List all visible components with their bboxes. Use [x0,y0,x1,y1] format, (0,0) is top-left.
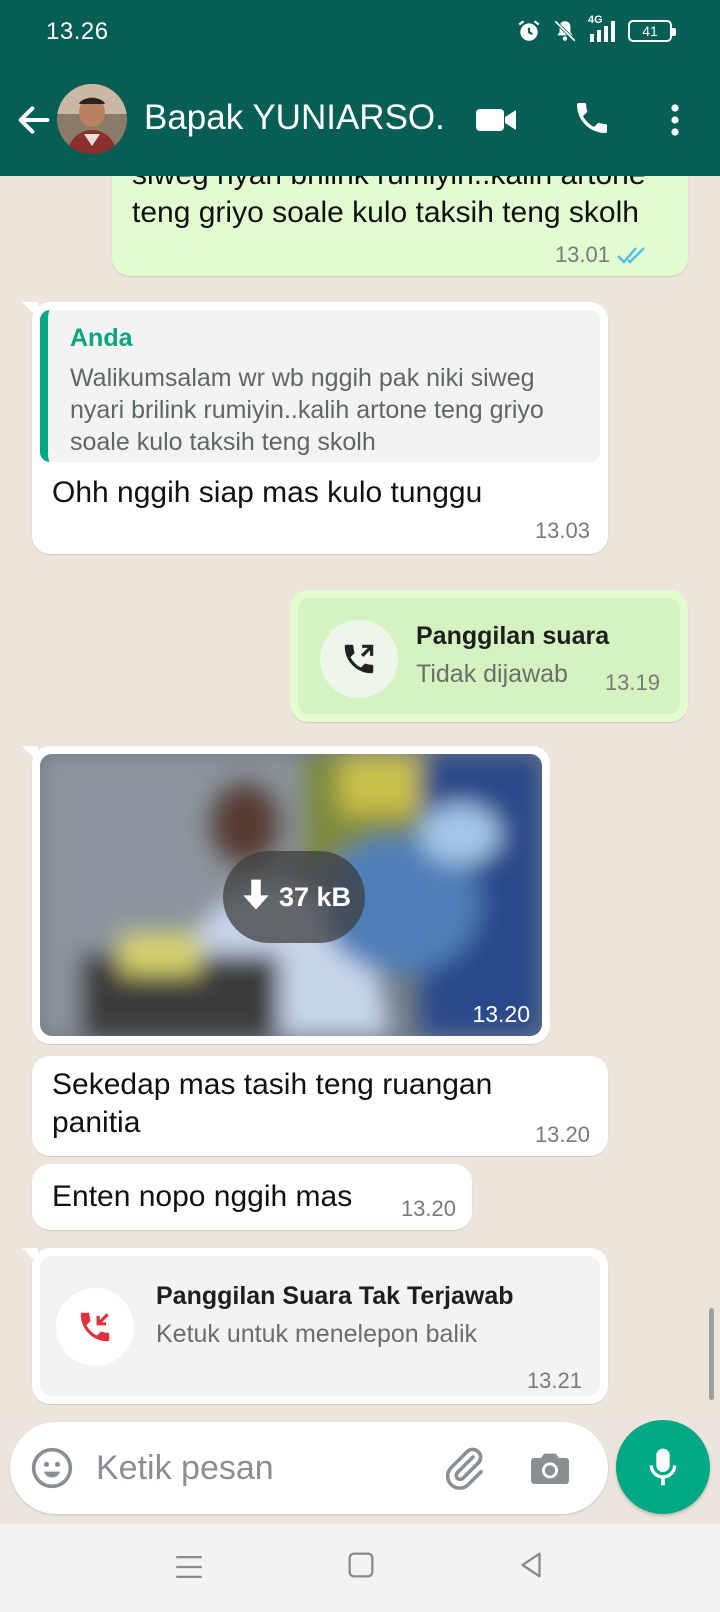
signal-icon [590,21,615,42]
status-icons: 4G 41 [516,14,676,44]
camera-icon[interactable] [526,1444,574,1492]
home-icon[interactable] [344,1548,378,1582]
mic-button[interactable] [616,1420,710,1514]
message-time: 13.03 [534,518,590,543]
battery-level: 41 [642,23,658,39]
outgoing-call-icon [320,620,398,698]
back-arrow-icon[interactable] [14,100,54,140]
call-message-outgoing[interactable]: Panggilan suara Tidak dijawab 13.19 [290,590,688,722]
emoji-icon[interactable] [30,1446,74,1490]
contact-avatar[interactable] [57,84,127,154]
message-text: siweg nyari brilink rumiyin..kalih arton… [132,176,646,229]
attach-icon[interactable] [440,1444,488,1492]
read-ticks-icon [617,247,645,264]
alarm-icon [518,20,540,41]
message-incoming[interactable]: Anda Walikumsalam wr wb nggih pak niki s… [22,302,608,554]
back-icon[interactable] [514,1548,548,1582]
message-time: 13.20 [400,1196,456,1221]
contact-name[interactable]: Bapak YUNIARSO... [144,98,444,138]
network-label: 4G [588,14,618,44]
missed-call-message[interactable]: Panggilan Suara Tak Terjawab Ketuk untuk… [22,1248,608,1404]
message-input[interactable] [96,1444,416,1492]
message-text: Enten nopo nggih mas [52,1180,353,1213]
message-time: 13.21 [526,1368,582,1393]
phone-icon[interactable] [572,98,612,138]
message-time: 13.20 [534,1122,590,1147]
status-bar: 13.26 4G 41 [0,0,720,66]
quote-author: Anda [70,324,133,352]
avatar-image [57,84,127,154]
message-outgoing[interactable]: siweg nyari brilink rumiyin..kalih arton… [112,176,688,276]
message-time: 13.19 [604,670,660,695]
download-size: 37 kB [278,881,352,912]
message-incoming[interactable]: Sekedap mas tasih teng ruangan panitia 1… [32,1056,608,1156]
missed-call-status: Ketuk untuk menelepon balik [156,1320,478,1348]
more-vert-icon[interactable] [660,100,690,140]
call-status: Tidak dijawab [416,660,568,688]
system-nav-bar [0,1524,720,1612]
message-time: 13.01 [554,242,610,267]
download-button[interactable]: 37 kB [223,851,365,943]
menu-icon[interactable] [172,1550,206,1584]
message-composer [10,1422,608,1514]
call-card[interactable]: Panggilan suara Tidak dijawab [298,598,680,714]
battery-icon: 41 [628,20,676,42]
call-title: Panggilan suara [416,622,610,650]
quote-text: Walikumsalam wr wb nggih pak niki siweg … [70,364,544,456]
download-icon [243,879,269,910]
video-call-icon[interactable] [474,100,518,140]
missed-call-icon [56,1288,134,1366]
quoted-message[interactable]: Anda Walikumsalam wr wb nggih pak niki s… [40,310,600,462]
image-message[interactable]: 37 kB 13.20 [22,746,550,1044]
status-time: 13.26 [46,18,109,45]
message-text: Sekedap mas tasih teng ruangan panitia [52,1068,493,1139]
message-text: Ohh nggih siap mas kulo tunggu [52,476,483,509]
message-incoming[interactable]: Enten nopo nggih mas 13.20 [32,1164,472,1230]
mute-icon [554,20,576,42]
chat-header: Bapak YUNIARSO... [0,66,720,176]
mic-icon [649,1448,677,1486]
scrollbar[interactable] [709,1308,714,1400]
blurred-image[interactable]: 37 kB 13.20 [40,754,542,1036]
chat-area[interactable]: siweg nyari brilink rumiyin..kalih arton… [0,176,720,1420]
missed-call-title: Panggilan Suara Tak Terjawab [156,1282,514,1310]
message-time: 13.20 [472,1001,530,1027]
missed-call-card[interactable]: Panggilan Suara Tak Terjawab Ketuk untuk… [40,1256,600,1396]
